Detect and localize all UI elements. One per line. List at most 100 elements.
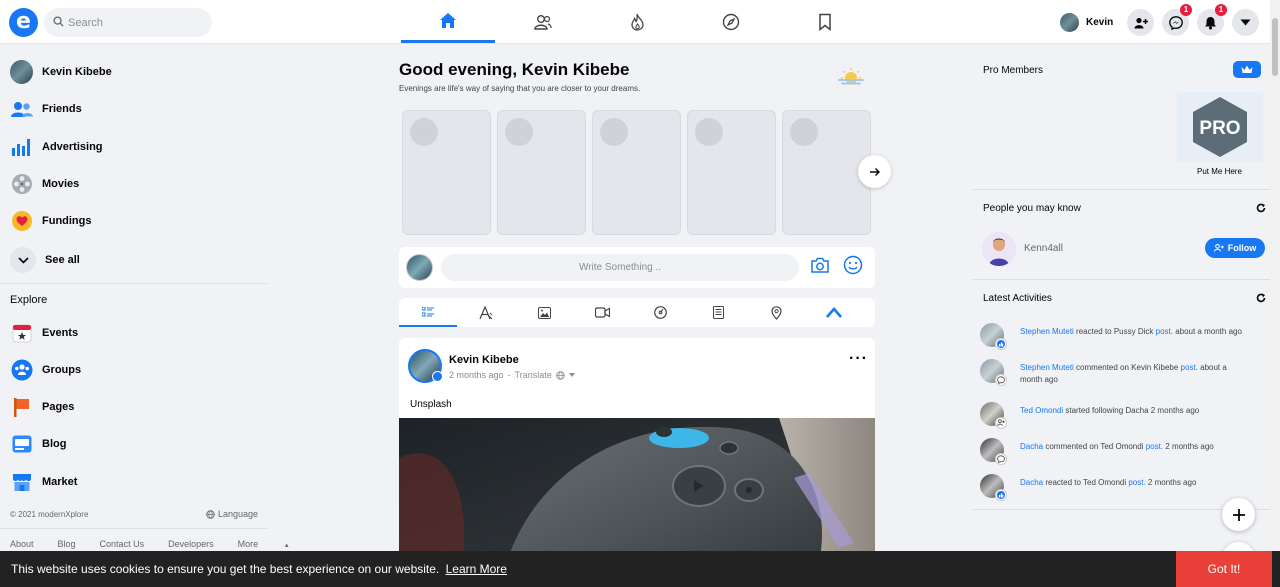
post-composer: Write Something .. <box>399 247 875 288</box>
messenger-button[interactable]: 1 <box>1162 4 1192 36</box>
sidebar-item-groups[interactable]: Groups <box>10 356 81 384</box>
footer-link-blog[interactable]: Blog <box>58 539 76 549</box>
search-icon <box>53 16 64 27</box>
cookie-message: This website uses cookies to ensure you … <box>11 562 507 576</box>
avatar <box>10 60 33 84</box>
tab-music-posts[interactable] <box>631 298 689 327</box>
tab-text-posts[interactable] <box>457 298 515 327</box>
blog-icon <box>12 435 31 453</box>
reaction-like-icon <box>995 338 1007 350</box>
scrollbar[interactable] <box>1270 0 1280 587</box>
sunset-icon <box>838 68 864 85</box>
composer-input[interactable]: Write Something .. <box>441 254 799 281</box>
top-bar: e Kevin 1 1 <box>0 0 1270 44</box>
sidebar-item-blog[interactable]: Blog <box>10 430 66 458</box>
sidebar-item-pages[interactable]: Pages <box>10 393 74 421</box>
sidebar-item-advertising[interactable]: Advertising <box>10 133 103 161</box>
cookie-accept-button[interactable]: Got It! <box>1176 551 1272 587</box>
search-input[interactable] <box>68 8 208 37</box>
sidebar-item-events[interactable]: Events <box>10 319 78 347</box>
emoji-icon[interactable] <box>843 255 863 275</box>
account-menu-button[interactable] <box>1232 9 1259 36</box>
story-avatar <box>600 118 628 146</box>
avatar <box>406 254 433 281</box>
search-box[interactable] <box>44 8 212 37</box>
svg-text:PRO: PRO <box>1199 118 1240 139</box>
compass-icon <box>722 13 740 30</box>
story-card[interactable] <box>497 110 586 235</box>
arrow-right-icon <box>869 167 880 176</box>
post-author[interactable]: Kevin Kibebe <box>449 354 519 366</box>
comment-icon <box>995 374 1007 386</box>
add-user-icon <box>1213 244 1224 252</box>
footer-link-contact[interactable]: Contact Us <box>100 539 145 549</box>
friends-icon <box>534 14 552 30</box>
story-avatar <box>410 118 438 146</box>
notifications-button[interactable]: 1 <box>1197 4 1227 36</box>
messenger-badge: 1 <box>1180 4 1192 16</box>
post-options-button[interactable]: ··· <box>849 351 868 367</box>
avatar[interactable] <box>982 232 1016 266</box>
tab-saved[interactable] <box>778 0 872 43</box>
sidebar-item-friends[interactable]: Friends <box>10 95 82 123</box>
logo[interactable]: e <box>9 8 38 37</box>
activity-text: Stephen Muteti reacted to Pussy Dick pos… <box>1020 327 1242 336</box>
suggested-person-name[interactable]: Kenn4all <box>1024 243 1063 254</box>
create-button[interactable] <box>1222 498 1255 531</box>
tab-video-posts[interactable] <box>573 298 631 327</box>
refresh-icon[interactable] <box>1256 203 1266 213</box>
sidebar-item-fundings[interactable]: Fundings <box>10 207 92 235</box>
scrollbar-thumb[interactable] <box>1272 18 1278 76</box>
profile-chip[interactable]: Kevin <box>1060 12 1113 32</box>
activity-text: Dacha commented on Ted Omondi post. 2 mo… <box>1020 442 1214 451</box>
article-icon <box>712 306 724 319</box>
sidebar-item-label: Events <box>42 327 79 339</box>
story-card[interactable] <box>592 110 681 235</box>
footer-link-about[interactable]: About <box>10 539 34 549</box>
camera-icon[interactable] <box>810 256 830 274</box>
translate-link[interactable]: Translate <box>515 370 552 380</box>
tab-all-posts[interactable] <box>399 298 457 327</box>
tab-article-posts[interactable] <box>689 298 747 327</box>
list-icon <box>422 306 434 316</box>
tab-location-posts[interactable] <box>747 298 805 327</box>
story-card[interactable] <box>402 110 491 235</box>
refresh-icon[interactable] <box>1256 293 1266 303</box>
language-link[interactable]: Language <box>206 509 258 519</box>
reaction-like-icon <box>995 489 1007 501</box>
disc-icon <box>653 306 667 319</box>
footer-link-developers[interactable]: Developers <box>168 539 214 549</box>
tab-friends[interactable] <box>496 0 590 43</box>
sidebar-item-label: Movies <box>42 178 80 190</box>
see-all-button[interactable]: See all <box>10 246 80 274</box>
story-card[interactable] <box>687 110 776 235</box>
add-friend-button[interactable] <box>1127 9 1154 36</box>
tab-photo-posts[interactable] <box>515 298 573 327</box>
tab-trending[interactable] <box>590 0 684 43</box>
sidebar-profile[interactable]: Kevin Kibebe <box>10 58 112 86</box>
divider <box>0 528 267 529</box>
sidebar-item-market[interactable]: Market <box>10 468 77 496</box>
movies-icon <box>11 174 32 194</box>
post-card: Kevin Kibebe 2 months ago - Translate ··… <box>399 338 875 587</box>
sidebar-item-movies[interactable]: Movies <box>10 170 79 198</box>
market-icon <box>12 474 31 491</box>
activity-actor[interactable]: Stephen Muteti <box>1020 327 1074 336</box>
pro-member-slot[interactable]: PRO <box>1177 92 1263 162</box>
copyright: © 2021 modernXplore <box>10 510 89 519</box>
home-icon <box>440 12 456 28</box>
pro-upgrade-button[interactable] <box>1233 61 1261 78</box>
divider <box>973 279 1270 280</box>
tab-more-types[interactable] <box>805 298 863 327</box>
stories-next-button[interactable] <box>858 155 891 188</box>
notifications-badge: 1 <box>1215 4 1227 16</box>
follow-button[interactable]: Follow <box>1205 238 1265 258</box>
sidebar-item-label: Market <box>42 476 78 488</box>
learn-more-link[interactable]: Learn More <box>446 562 507 576</box>
divider <box>0 283 267 284</box>
caret-down-icon[interactable] <box>568 373 575 377</box>
tab-home[interactable] <box>401 0 495 43</box>
tab-explore[interactable] <box>684 0 778 43</box>
post-type-tabs <box>399 298 875 327</box>
footer-link-more[interactable]: More ▲ <box>238 539 314 549</box>
